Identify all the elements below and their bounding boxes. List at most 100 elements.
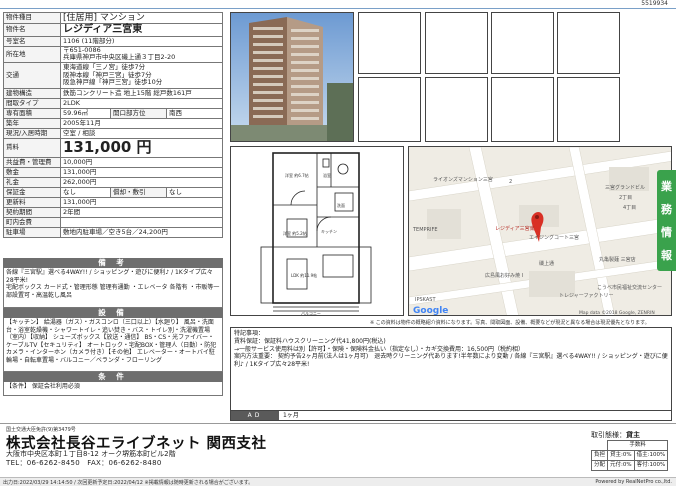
ad-label: AD — [231, 411, 279, 420]
property-label: 所在地 — [3, 45, 61, 63]
property-value: 2005年11月 — [60, 117, 223, 129]
property-extra-value: なし — [166, 186, 223, 198]
property-value: 東海道線「三ノ宮」徒歩7分 阪神本線「神戸三宮」徒歩7分 阪急神戸線「神戸三宮」… — [60, 61, 223, 89]
property-row: 物件名 レジディア三宮東 — [3, 23, 223, 37]
photo-slot-9[interactable] — [557, 77, 620, 142]
section-jouken-text: 【条件】 保証会社利用必須 — [3, 382, 223, 396]
fee-table: 手数料 負担 貸主:0% 借主:100% 分配 元付:0% 客付:100% — [590, 440, 669, 471]
side-tab-char-3: 情 — [661, 226, 672, 240]
footer-output-date: 出力日:2022/03/29 14:14:50 / 次回更新予定日:2022/0… — [3, 480, 254, 486]
property-row: 町内会費 — [3, 216, 223, 228]
map[interactable]: レジディア三宮東 エイジングコート三宮 磯上通 三宮グランドビル 丸亀製麺 三宮店 広島風… — [408, 146, 672, 316]
google-logo: Google — [413, 306, 448, 316]
property-value: 空室 / 相談 — [60, 127, 223, 139]
fp-balcony: バルコニー — [301, 311, 321, 316]
building-photo[interactable] — [230, 12, 354, 142]
map-label: こうべ市民福祉交流センター — [597, 284, 662, 291]
section-bikou: 備 考 各線『三宮駅』選べる4WAY!! / ショッピング・遊びに便利♪ / 1… — [3, 258, 223, 308]
property-row: 敷金 131,000円 — [3, 166, 223, 178]
ad-row: AD 1ヶ月 — [230, 411, 672, 421]
property-row: 築年 2005年11月 — [3, 117, 223, 129]
side-tab-char-2: 務 — [661, 202, 672, 216]
property-row: 礼金 262,000円 — [3, 176, 223, 188]
property-value — [60, 216, 223, 228]
section-setsubi-title: 設 備 — [3, 308, 223, 318]
property-row: 駐車場 敷地内駐車場／空き5台／24,200円 — [3, 226, 223, 238]
property-value: 敷地内駐車場／空き5台／24,200円 — [60, 226, 223, 238]
property-row: 物件種目 [住居用] マンション — [3, 11, 223, 25]
property-value: [住居用] マンション — [60, 11, 223, 25]
property-label: 専有面積 — [3, 107, 61, 119]
fee-header: 手数料 — [607, 440, 669, 451]
property-label: 現況/入居時期 — [3, 127, 61, 139]
building-photo-image — [231, 13, 353, 141]
sheet-id: 5519934 — [641, 0, 668, 7]
section-bikou-title: 備 考 — [3, 258, 223, 268]
remarks: 特記事項： 賃料保証：保証料ハウスクリーニング代41,800円(税込) →一般サ… — [230, 327, 672, 411]
photo-slot-2[interactable] — [358, 12, 421, 74]
property-label: 建物構造 — [3, 87, 61, 99]
property-row: 保証金 なし 償却・敷引 なし — [3, 186, 223, 198]
property-value: 鉄筋コンクリート造 地上15階 総戸数161戸 — [60, 87, 223, 99]
map-label: エイジングコート三宮 — [529, 234, 579, 241]
property-row: 契約期間 2年間 — [3, 206, 223, 218]
side-tab-char-4: 報 — [661, 249, 672, 263]
fp-room-a: 洋室 約6.7帖 — [285, 172, 309, 178]
property-label: 保証金 — [3, 186, 61, 198]
property-row: 現況/入居時期 空室 / 相談 — [3, 127, 223, 139]
map-label: IPSKAST — [415, 297, 436, 303]
floorplan-drawing: 洋室 約6.7帖 浴室 洗面 洋室 約5.2帖 LDK 約11.9帖 キッチン … — [260, 152, 372, 316]
photo-slot-8[interactable] — [491, 77, 554, 142]
property-row: 賃料 131,000 円 — [3, 137, 223, 158]
map-label: 丸亀製麺 三宮店 — [599, 256, 636, 263]
property-extra-label: 開口部方位 — [110, 107, 167, 119]
remarks-title: 特記事項： — [234, 330, 265, 337]
fp-kitchen: キッチン — [321, 229, 337, 234]
property-row: 所在地 〒651-0086 兵庫県神戸市中央区磯上通３丁目2-20 — [3, 45, 223, 63]
property-label: 賃料 — [3, 137, 61, 158]
map-canvas: レジディア三宮東エイジングコート三宮磯上通 三宮グランドビル丸亀製麺 三宮店広島風… — [409, 147, 671, 316]
photo-slot-4[interactable] — [491, 12, 554, 74]
section-jouken-title: 条 件 — [3, 372, 223, 382]
photo-slot-5[interactable] — [557, 12, 620, 74]
footer-powered-by: Powered by RealNetPro co.,ltd. — [595, 479, 672, 485]
deal-type-label: 取引態様： — [591, 431, 626, 439]
fee-row-2-type: 分配 — [590, 460, 609, 471]
fp-ldk: LDK 約11.9帖 — [291, 272, 317, 278]
photo-slot-3[interactable] — [425, 12, 488, 74]
property-value: 131,000円 — [60, 166, 223, 178]
fee-row-1-b: 借主:100% — [633, 450, 669, 461]
property-row: 建物構造 鉄筋コンクリート造 地上15階 総戸数161戸 — [3, 87, 223, 99]
property-value: 131,000円 — [60, 196, 223, 208]
fp-room-b: 洋室 約5.2帖 — [283, 230, 307, 236]
map-label: 三宮グランドビル — [605, 184, 645, 191]
fee-row-1-a: 貸主:0% — [607, 450, 635, 461]
remarks-line-1: 賃料保証：保証料ハウスクリーニング代41,800円(税込) — [234, 337, 386, 345]
business-info-tab[interactable]: 業 務 情 報 — [657, 170, 676, 271]
property-label: 交通 — [3, 61, 61, 89]
photo-slot-6[interactable] — [358, 77, 421, 142]
map-label: 2丁目 — [619, 195, 632, 201]
side-tab-char-1: 業 — [661, 179, 672, 193]
property-table: 物件種目 [住居用] マンション 物件名 レジディア三宮東 号室名 1106 (11階部分… — [3, 11, 223, 238]
property-value: 10,000円 — [60, 156, 223, 168]
map-label: 2 — [509, 179, 512, 185]
bottom-rule — [0, 423, 676, 424]
property-row: 更新料 131,000円 — [3, 196, 223, 208]
property-label: 間取タイプ — [3, 97, 61, 109]
property-row: 専有面積 59.96㎡ 開口部方位 南西 — [3, 107, 223, 119]
company-tel: TEL：06-6262-8450 FAX：06-6262-8480 — [6, 459, 162, 467]
floorplan[interactable]: 洋室 約6.7帖 浴室 洗面 洋室 約5.2帖 LDK 約11.9帖 キッチン … — [230, 146, 404, 316]
fee-row-2-b: 客付:100% — [633, 460, 669, 471]
photo-slot-7[interactable] — [425, 77, 488, 142]
map-label: ライオンズマンション三宮 — [433, 176, 493, 183]
ad-value: 1ヶ月 — [283, 412, 299, 419]
map-label: レジディア三宮東 — [495, 225, 535, 232]
footer-bar: 出力日:2022/03/29 14:14:50 / 次回更新予定日:2022/0… — [0, 477, 676, 486]
property-label: 礼金 — [3, 176, 61, 188]
property-label: 物件名 — [3, 23, 61, 37]
property-name: レジディア三宮東 — [60, 23, 223, 37]
deal-type: 取引態様：貸主 — [591, 430, 640, 440]
property-label: 駐車場 — [3, 226, 61, 238]
section-setsubi-text: 【キッチン】 給湯器（ガス）・ガスコンロ（三口以上）【水廻り】 風呂・洗面台・浴… — [3, 318, 223, 372]
